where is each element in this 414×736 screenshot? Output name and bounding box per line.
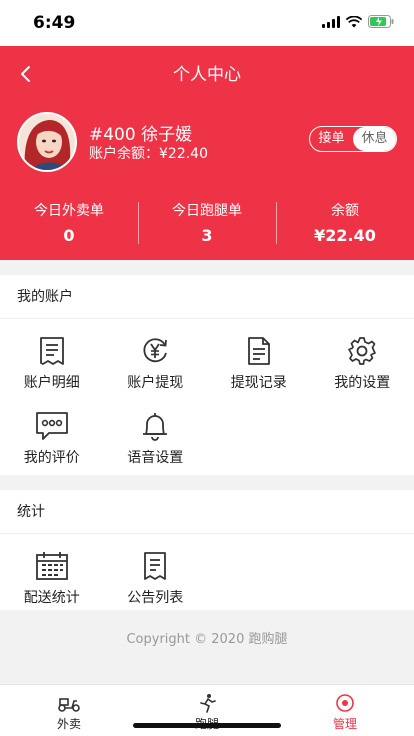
stat-balance[interactable]: 余额 ¥22.40 xyxy=(276,200,414,245)
tab-errand[interactable]: 跑腿 xyxy=(138,685,276,736)
menu-label: 公告列表 xyxy=(127,590,184,606)
account-section: 我的账户 账户明细 账户提现 提现记录 我的设置 我的评价 语音设置 xyxy=(0,275,414,475)
signal-icon xyxy=(322,15,340,28)
menu-label: 语音设置 xyxy=(127,450,184,466)
user-name: #400 徐子媛 xyxy=(89,125,193,145)
stat-errand-orders[interactable]: 今日跑腿单 3 xyxy=(138,200,276,245)
menu-account-withdraw[interactable]: 账户提现 xyxy=(104,319,208,394)
menu-label: 我的评价 xyxy=(23,450,80,466)
menu-label: 提现记录 xyxy=(230,375,287,391)
runner-icon xyxy=(200,694,216,713)
scooter-icon xyxy=(58,698,80,712)
yen-refresh-icon xyxy=(143,338,168,363)
stat-value: 0 xyxy=(63,226,75,245)
today-stats: 今日外卖单 0 今日跑腿单 3 余额 ¥22.40 xyxy=(0,200,414,245)
comment-icon xyxy=(35,412,68,440)
menu-my-reviews[interactable]: 我的评价 xyxy=(0,394,104,469)
home-indicator xyxy=(133,723,281,728)
profile-header: 个人中心 #400 徐子媛 账户余额：¥22.40 接单 休息 今日外卖单 0 … xyxy=(0,46,414,260)
calendar-icon xyxy=(35,552,68,580)
copyright-text: Copyright © 2020 跑购腿 xyxy=(126,632,288,647)
toggle-accept-orders[interactable]: 接单 xyxy=(310,127,353,151)
section-title: 统计 xyxy=(0,490,414,534)
user-balance: 账户余额：¥22.40 xyxy=(89,146,208,162)
wifi-icon xyxy=(346,15,362,27)
stat-takeaway-orders[interactable]: 今日外卖单 0 xyxy=(0,200,138,245)
document-lines-icon xyxy=(39,337,64,365)
menu-label: 我的设置 xyxy=(334,375,391,391)
manage-icon xyxy=(336,694,354,712)
statistics-section: 统计 配送统计 公告列表 xyxy=(0,490,414,610)
tab-label: 管理 xyxy=(332,717,357,731)
stat-label: 今日外卖单 xyxy=(34,203,104,219)
stat-label: 余额 xyxy=(331,203,359,219)
status-time: 6:49 xyxy=(33,13,76,33)
stat-value: ¥22.40 xyxy=(314,226,376,245)
tab-label: 外卖 xyxy=(56,717,81,731)
stat-value: 3 xyxy=(201,226,213,245)
notice-list-icon xyxy=(144,552,167,580)
page-title: 个人中心 xyxy=(173,65,241,85)
status-bar: 6:49 xyxy=(0,0,414,46)
bottom-tabbar: 外卖 跑腿 管理 xyxy=(0,684,414,736)
menu-delivery-stats[interactable]: 配送统计 xyxy=(0,534,104,609)
menu-voice-settings[interactable]: 语音设置 xyxy=(104,394,208,469)
menu-label: 账户明细 xyxy=(23,375,80,391)
battery-charging-icon xyxy=(368,15,394,28)
menu-label: 配送统计 xyxy=(23,590,80,606)
work-status-toggle[interactable]: 接单 休息 xyxy=(309,126,397,152)
menu-notice-list[interactable]: 公告列表 xyxy=(104,534,208,609)
tab-manage[interactable]: 管理 xyxy=(276,685,414,736)
menu-my-settings[interactable]: 我的设置 xyxy=(311,319,414,394)
status-icons xyxy=(322,15,394,28)
bell-icon xyxy=(143,413,168,441)
menu-account-details[interactable]: 账户明细 xyxy=(0,319,104,394)
menu-label: 账户提现 xyxy=(127,375,184,391)
section-title: 我的账户 xyxy=(0,275,414,319)
tab-takeaway[interactable]: 外卖 xyxy=(0,685,138,736)
gear-icon xyxy=(348,337,377,365)
menu-withdraw-records[interactable]: 提现记录 xyxy=(207,319,311,394)
toggle-rest[interactable]: 休息 xyxy=(353,127,396,151)
avatar[interactable] xyxy=(17,112,77,172)
record-doc-icon xyxy=(247,337,270,365)
stat-label: 今日跑腿单 xyxy=(172,203,242,219)
